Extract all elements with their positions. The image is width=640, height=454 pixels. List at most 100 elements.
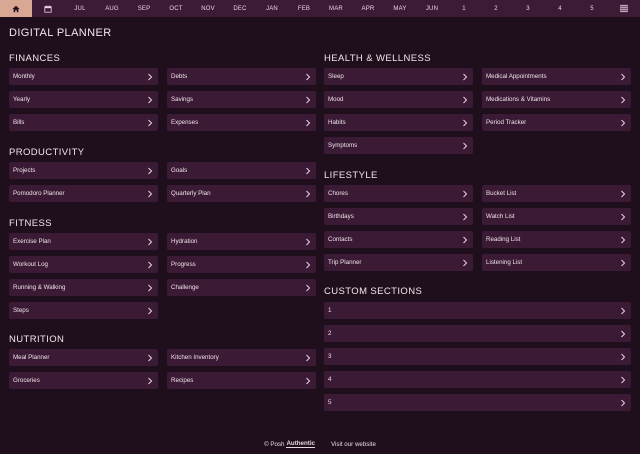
- chevron-right-icon: [148, 261, 153, 268]
- page-title: DIGITAL PLANNER: [9, 27, 112, 39]
- footer-website-link[interactable]: Visit our website: [331, 441, 376, 448]
- chevron-right-icon: [621, 213, 626, 220]
- nav-home-button[interactable]: [0, 0, 32, 17]
- item-bucket-list[interactable]: Bucket List: [482, 185, 631, 202]
- item-kitchen-inventory[interactable]: Kitchen Inventory: [167, 349, 316, 366]
- item-birthdays[interactable]: Birthdays: [324, 208, 473, 225]
- nav-month-aug[interactable]: AUG: [96, 0, 128, 17]
- nav-month-nov[interactable]: NOV: [192, 0, 224, 17]
- item-quarterly-plan[interactable]: Quarterly Plan: [167, 185, 316, 202]
- item-label: Monthly: [13, 73, 35, 80]
- nav-week-5[interactable]: 5: [576, 0, 608, 17]
- chevron-right-icon: [463, 190, 468, 197]
- chevron-right-icon: [463, 96, 468, 103]
- item-watch-list[interactable]: Watch List: [482, 208, 631, 225]
- item-steps[interactable]: Steps: [9, 302, 158, 319]
- item-period-tracker[interactable]: Period Tracker: [482, 114, 631, 131]
- chevron-right-icon: [463, 119, 468, 126]
- item-meal-planner[interactable]: Meal Planner: [9, 349, 158, 366]
- item-label: Groceries: [13, 377, 40, 384]
- nav-month-jan[interactable]: JAN: [256, 0, 288, 17]
- item-monthly[interactable]: Monthly: [9, 68, 158, 85]
- item-label: Exercise Plan: [13, 238, 51, 245]
- chevron-right-icon: [463, 73, 468, 80]
- item-label: Savings: [171, 96, 194, 103]
- item-hydration[interactable]: Hydration: [167, 233, 316, 250]
- item-savings[interactable]: Savings: [167, 91, 316, 108]
- chevron-right-icon: [148, 96, 153, 103]
- chevron-right-icon: [148, 167, 153, 174]
- section-title-health-wellness: HEALTH & WELLNESS: [324, 53, 431, 64]
- item-label: 5: [328, 399, 332, 406]
- item-custom-4[interactable]: 4: [324, 371, 631, 388]
- grid-calendar-icon: [620, 4, 628, 13]
- chevron-right-icon: [306, 73, 311, 80]
- chevron-right-icon: [306, 261, 311, 268]
- top-nav: JUL AUG SEP OCT NOV DEC JAN FEB MAR APR …: [0, 0, 640, 17]
- chevron-right-icon: [621, 96, 626, 103]
- nav-planner-button[interactable]: [608, 0, 640, 17]
- footer-brand[interactable]: © Posh Authentic: [264, 440, 315, 448]
- item-debts[interactable]: Debts: [167, 68, 316, 85]
- item-medical-appointments[interactable]: Medical Appointments: [482, 68, 631, 85]
- nav-month-mar[interactable]: MAR: [320, 0, 352, 17]
- item-running-walking[interactable]: Running & Walking: [9, 279, 158, 296]
- item-progress[interactable]: Progress: [167, 256, 316, 273]
- item-mood[interactable]: Mood: [324, 91, 473, 108]
- item-symptoms[interactable]: Symptoms: [324, 137, 473, 154]
- item-contacts[interactable]: Contacts: [324, 231, 473, 248]
- item-label: Contacts: [328, 236, 353, 243]
- item-custom-2[interactable]: 2: [324, 325, 631, 342]
- item-custom-1[interactable]: 1: [324, 302, 631, 319]
- item-label: Chores: [328, 190, 348, 197]
- item-yearly[interactable]: Yearly: [9, 91, 158, 108]
- item-label: Sleep: [328, 73, 344, 80]
- nav-week-3[interactable]: 3: [512, 0, 544, 17]
- nav-calendar-button[interactable]: [32, 0, 64, 17]
- item-pomodoro-planner[interactable]: Pomodoro Planner: [9, 185, 158, 202]
- footer-brand-name: Authentic: [286, 440, 315, 448]
- chevron-right-icon: [148, 73, 153, 80]
- item-habits[interactable]: Habits: [324, 114, 473, 131]
- item-expenses[interactable]: Expenses: [167, 114, 316, 131]
- item-custom-5[interactable]: 5: [324, 394, 631, 411]
- nav-month-sep[interactable]: SEP: [128, 0, 160, 17]
- item-workout-log[interactable]: Workout Log: [9, 256, 158, 273]
- item-sleep[interactable]: Sleep: [324, 68, 473, 85]
- item-label: 1: [328, 307, 332, 314]
- item-chores[interactable]: Chores: [324, 185, 473, 202]
- nav-month-jun[interactable]: JUN: [416, 0, 448, 17]
- item-label: Birthdays: [328, 213, 354, 220]
- nav-week-1[interactable]: 1: [448, 0, 480, 17]
- chevron-right-icon: [306, 96, 311, 103]
- item-listening-list[interactable]: Listening List: [482, 254, 631, 271]
- item-custom-3[interactable]: 3: [324, 348, 631, 365]
- item-exercise-plan[interactable]: Exercise Plan: [9, 233, 158, 250]
- item-goals[interactable]: Goals: [167, 162, 316, 179]
- item-recipes[interactable]: Recipes: [167, 372, 316, 389]
- item-label: Challenge: [171, 284, 199, 291]
- chevron-right-icon: [148, 190, 153, 197]
- chevron-right-icon: [621, 376, 626, 383]
- item-trip-planner[interactable]: Trip Planner: [324, 254, 473, 271]
- item-projects[interactable]: Projects: [9, 162, 158, 179]
- nav-month-feb[interactable]: FEB: [288, 0, 320, 17]
- nav-week-4[interactable]: 4: [544, 0, 576, 17]
- section-title-fitness: FITNESS: [9, 218, 52, 229]
- nav-month-oct[interactable]: OCT: [160, 0, 192, 17]
- nav-week-2[interactable]: 2: [480, 0, 512, 17]
- item-label: Trip Planner: [328, 259, 362, 266]
- nav-month-dec[interactable]: DEC: [224, 0, 256, 17]
- item-challenge[interactable]: Challenge: [167, 279, 316, 296]
- nav-month-apr[interactable]: APR: [352, 0, 384, 17]
- chevron-right-icon: [621, 236, 626, 243]
- item-bills[interactable]: Bills: [9, 114, 158, 131]
- nav-month-may[interactable]: MAY: [384, 0, 416, 17]
- item-label: Progress: [171, 261, 196, 268]
- item-groceries[interactable]: Groceries: [9, 372, 158, 389]
- chevron-right-icon: [306, 238, 311, 245]
- item-reading-list[interactable]: Reading List: [482, 231, 631, 248]
- nav-month-jul[interactable]: JUL: [64, 0, 96, 17]
- footer: © Posh Authentic Visit our website: [0, 437, 640, 451]
- item-medications-vitamins[interactable]: Medications & Vitamins: [482, 91, 631, 108]
